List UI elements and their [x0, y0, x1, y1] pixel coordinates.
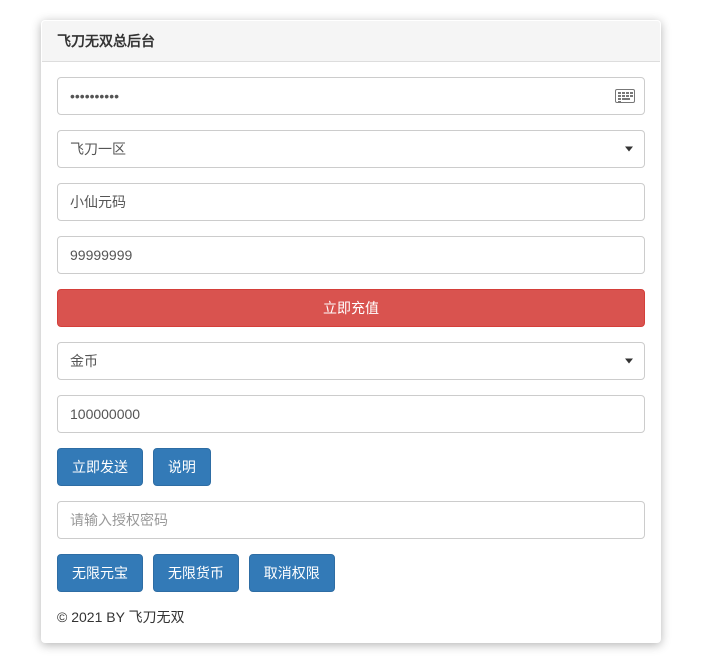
player-name-input[interactable] [57, 183, 645, 221]
send-now-button[interactable]: 立即发送 [57, 448, 143, 486]
send-amount-input[interactable] [57, 395, 645, 433]
permission-button-row: 无限元宝 无限货币 取消权限 [57, 554, 645, 592]
auth-password-input[interactable] [57, 501, 645, 539]
main-panel: 飞刀无双总后台 飞刀一区 立即充值 金币 立即发送 说明 [41, 20, 661, 643]
currency-select-display: 金币 [57, 342, 645, 380]
panel-header: 飞刀无双总后台 [42, 21, 660, 62]
password-wrapper [57, 77, 645, 115]
panel-title: 飞刀无双总后台 [57, 33, 155, 49]
recharge-amount-input[interactable] [57, 236, 645, 274]
currency-select[interactable]: 金币 [57, 342, 645, 380]
unlimited-yuanbao-button[interactable]: 无限元宝 [57, 554, 143, 592]
keyboard-icon [615, 89, 635, 103]
send-button-row: 立即发送 说明 [57, 448, 645, 486]
unlimited-currency-button[interactable]: 无限货币 [153, 554, 239, 592]
cancel-permission-button[interactable]: 取消权限 [249, 554, 335, 592]
recharge-button[interactable]: 立即充值 [57, 289, 645, 327]
explain-button[interactable]: 说明 [153, 448, 211, 486]
password-input[interactable] [57, 77, 645, 115]
footer-copyright: © 2021 BY 飞刀无双 [57, 607, 645, 627]
server-select-display: 飞刀一区 [57, 130, 645, 168]
chevron-down-icon [625, 147, 633, 152]
server-select[interactable]: 飞刀一区 [57, 130, 645, 168]
chevron-down-icon [625, 359, 633, 364]
panel-body: 飞刀一区 立即充值 金币 立即发送 说明 无限元宝 无限货币 取消权限 © 20… [42, 62, 660, 642]
